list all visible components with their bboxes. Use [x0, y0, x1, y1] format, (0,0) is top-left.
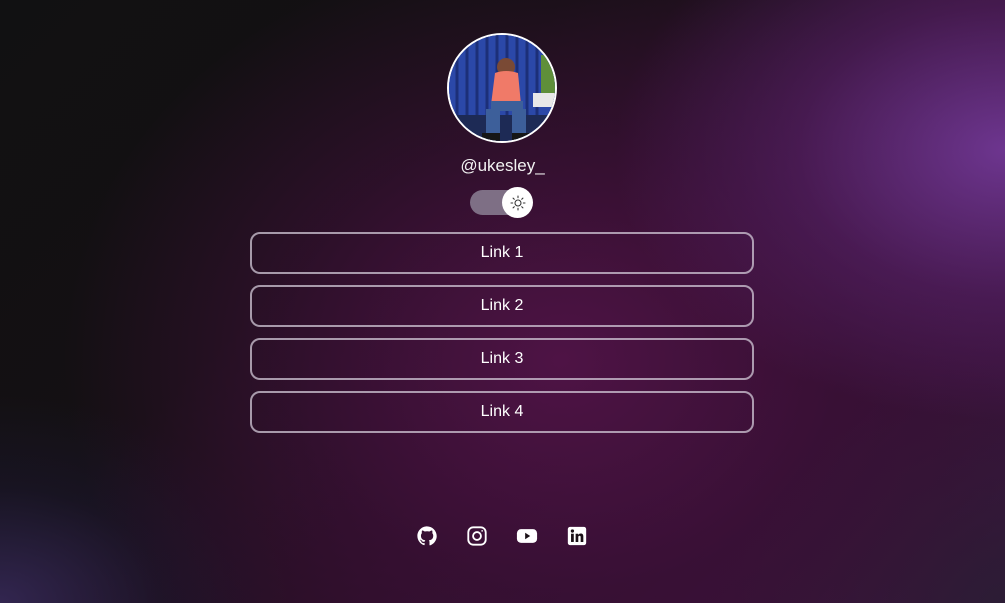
github-icon[interactable] [416, 525, 438, 547]
link-2-button[interactable]: Link 2 [250, 285, 754, 327]
linkedin-icon[interactable] [566, 525, 588, 547]
toggle-knob[interactable] [502, 187, 533, 218]
link-4-button[interactable]: Link 4 [250, 391, 754, 433]
link-1-button[interactable]: Link 1 [250, 232, 754, 274]
youtube-icon[interactable] [516, 525, 538, 547]
avatar [447, 33, 557, 143]
sun-icon [509, 194, 526, 211]
link-3-button[interactable]: Link 3 [250, 338, 754, 380]
username: @ukesley_ [460, 156, 545, 175]
profile-page: @ukesley_ Link 1 Link 2 Link 3 Link 4 [0, 0, 1005, 603]
theme-toggle[interactable] [470, 187, 533, 218]
instagram-icon[interactable] [466, 525, 488, 547]
